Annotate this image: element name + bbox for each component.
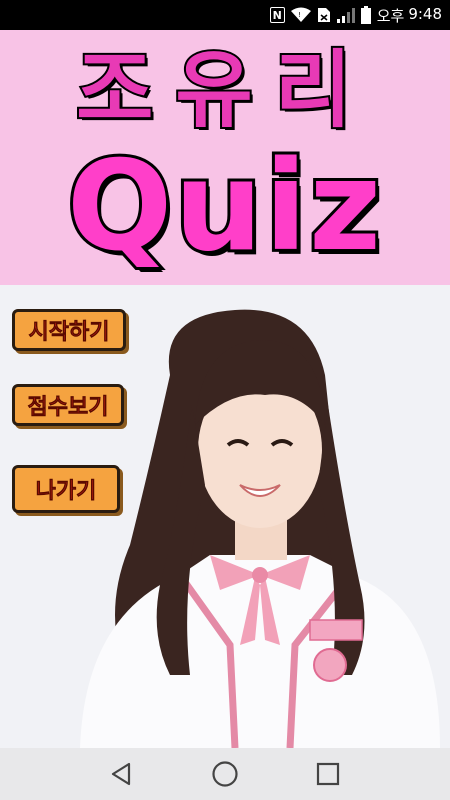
nfc-icon: N <box>269 5 285 25</box>
home-icon[interactable] <box>205 754 245 794</box>
navigation-bar <box>0 748 450 800</box>
svg-text:!: ! <box>298 11 301 19</box>
title-banner: 조유리 Quiz <box>0 30 450 285</box>
battery-icon <box>360 5 371 25</box>
wifi-icon: ! <box>290 5 311 25</box>
exit-button[interactable]: 나가기 <box>12 465 120 513</box>
time-value: 9:48 <box>408 4 442 23</box>
main-area: 시작하기 점수보기 나가기 <box>0 285 450 748</box>
view-score-button[interactable]: 점수보기 <box>12 384 124 426</box>
title-name: 조유리 <box>74 39 374 141</box>
status-bar: N ! 오후 9:48 <box>0 0 450 30</box>
start-button[interactable]: 시작하기 <box>12 309 126 351</box>
app-screen: N ! 오후 9:48 조유리 Quiz 시작하기 점수보기 나가기 <box>0 0 450 800</box>
title-quiz: Quiz <box>64 135 384 279</box>
nfc-label: N <box>269 7 285 23</box>
sim-icon <box>317 5 331 25</box>
time-prefix: 오후 <box>376 6 405 25</box>
back-icon[interactable] <box>102 754 142 794</box>
signal-icon <box>336 5 355 25</box>
portrait-image <box>80 309 440 748</box>
clock: 오후 9:48 <box>377 5 442 26</box>
recents-icon[interactable] <box>308 754 348 794</box>
